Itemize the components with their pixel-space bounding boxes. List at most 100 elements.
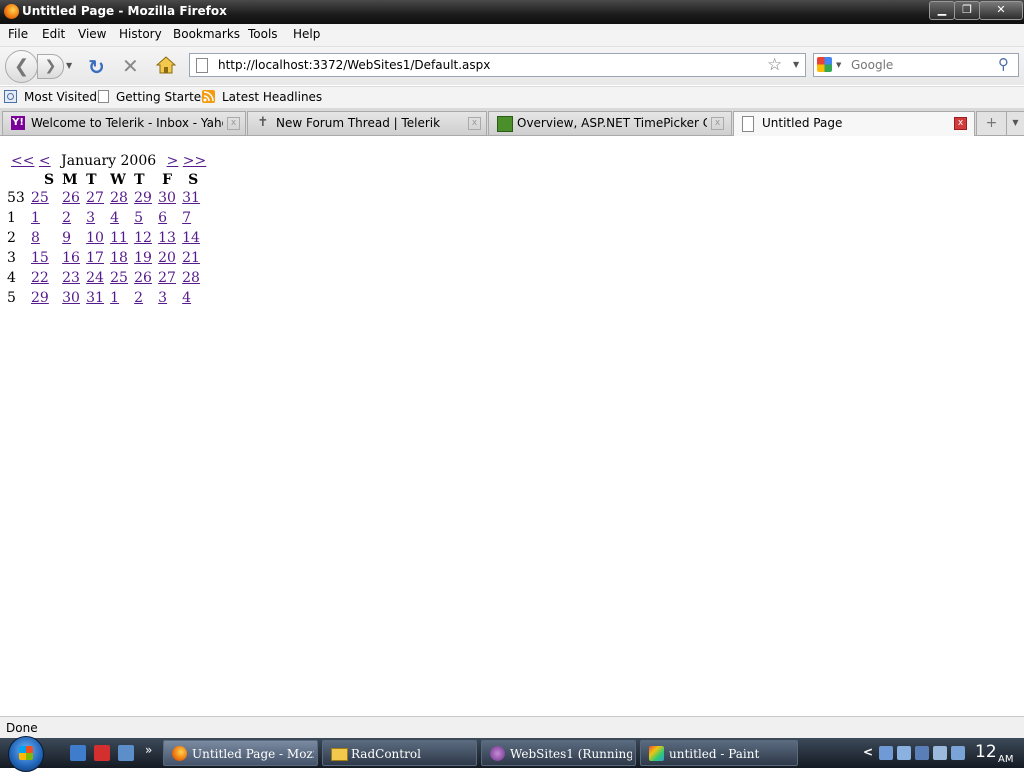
calendar-day-link[interactable]: 29 — [134, 190, 152, 206]
calendar-day-link[interactable]: 22 — [31, 270, 49, 286]
calendar-day-link[interactable]: 10 — [86, 230, 104, 246]
search-input[interactable] — [849, 56, 993, 74]
new-tab-button[interactable]: + — [976, 111, 1007, 136]
calendar-day-link[interactable]: 27 — [86, 190, 104, 206]
menu-view[interactable]: View — [78, 27, 106, 41]
prev-year-link[interactable]: << — [11, 153, 34, 169]
next-year-link[interactable]: >> — [183, 153, 206, 169]
search-icon[interactable]: ⚲ — [998, 55, 1009, 73]
calendar-day-link[interactable]: 29 — [31, 290, 49, 306]
calendar-day-link[interactable]: 24 — [86, 270, 104, 286]
forward-button[interactable]: ❯ — [37, 54, 64, 79]
calendar-day-link[interactable]: 27 — [158, 270, 176, 286]
tray-icon[interactable] — [879, 746, 893, 760]
maximize-button[interactable]: ❐ — [954, 1, 980, 20]
show-hidden-icons-button[interactable]: < — [863, 745, 873, 759]
volume-icon[interactable] — [951, 746, 965, 760]
tab-close-icon[interactable]: x — [711, 117, 724, 130]
tray-icon[interactable] — [897, 746, 911, 760]
calendar-day-link[interactable]: 5 — [134, 210, 143, 226]
calendar-day-link[interactable]: 11 — [110, 230, 128, 246]
tab-telerik-inbox[interactable]: Y! Welcome to Telerik - Inbox - Yaho... … — [2, 111, 246, 135]
calendar-day-link[interactable]: 9 — [62, 230, 71, 246]
calendar-day-link[interactable]: 15 — [31, 250, 49, 266]
bookmark-getting-started[interactable]: Getting Started — [116, 90, 209, 104]
address-bar[interactable]: http://localhost:3372/WebSites1/Default.… — [189, 53, 806, 77]
quick-launch-more-icon[interactable]: » — [145, 743, 152, 757]
calendar-day-link[interactable]: 16 — [62, 250, 80, 266]
google-icon[interactable] — [817, 57, 832, 72]
calendar-day-link[interactable]: 6 — [158, 210, 167, 226]
calendar-day-link[interactable]: 21 — [182, 250, 200, 266]
show-desktop-icon[interactable] — [70, 745, 86, 761]
tab-close-icon[interactable]: x — [468, 117, 481, 130]
task-radcontrol-folder[interactable]: RadControl — [322, 740, 477, 766]
calendar-day-link[interactable]: 4 — [182, 290, 191, 306]
calendar-day-link[interactable]: 28 — [110, 190, 128, 206]
search-engine-dropdown-icon[interactable]: ▼ — [836, 61, 841, 69]
calendar-day-link[interactable]: 30 — [158, 190, 176, 206]
calendar-day-link[interactable]: 28 — [182, 270, 200, 286]
calendar-day-link[interactable]: 31 — [182, 190, 200, 206]
search-box[interactable]: ▼ ⚲ — [813, 53, 1019, 77]
calendar-day-link[interactable]: 1 — [110, 290, 119, 306]
calendar-day-link[interactable]: 8 — [31, 230, 40, 246]
calendar-day-link[interactable]: 20 — [158, 250, 176, 266]
menu-edit[interactable]: Edit — [42, 27, 65, 41]
calendar-day-link[interactable]: 2 — [62, 210, 71, 226]
tab-close-icon[interactable]: x — [227, 117, 240, 130]
tab-untitled-page[interactable]: Untitled Page x — [733, 111, 975, 136]
menu-help[interactable]: Help — [293, 27, 320, 41]
tab-forum-thread[interactable]: ✝ New Forum Thread | Telerik x — [247, 111, 487, 135]
bookmark-latest-headlines[interactable]: Latest Headlines — [222, 90, 322, 104]
calendar-day-link[interactable]: 12 — [134, 230, 152, 246]
calendar-day-link[interactable]: 3 — [158, 290, 167, 306]
taskbar-clock[interactable]: 12 AM — [975, 742, 1013, 765]
calendar-day-link[interactable]: 3 — [86, 210, 95, 226]
back-button[interactable]: ❮ — [5, 50, 38, 83]
calendar-day-link[interactable]: 26 — [62, 190, 80, 206]
calendar-day-link[interactable]: 26 — [134, 270, 152, 286]
stop-icon[interactable]: ✕ — [122, 54, 139, 78]
calendar-day-link[interactable]: 31 — [86, 290, 104, 306]
minimize-button[interactable]: ▁ — [929, 1, 955, 20]
task-paint[interactable]: untitled - Paint — [640, 740, 798, 766]
calendar-day-link[interactable]: 19 — [134, 250, 152, 266]
calendar-day-link[interactable]: 7 — [182, 210, 191, 226]
quick-launch-app-icon[interactable] — [118, 745, 134, 761]
history-dropdown-icon[interactable]: ▼ — [66, 61, 72, 70]
next-month-link[interactable]: > — [167, 153, 179, 169]
calendar-day-link[interactable]: 18 — [110, 250, 128, 266]
reload-icon[interactable]: ↻ — [88, 55, 105, 79]
close-button[interactable]: ✕ — [979, 1, 1023, 20]
calendar-day-link[interactable]: 13 — [158, 230, 176, 246]
menu-history[interactable]: History — [119, 27, 162, 41]
prev-month-link[interactable]: < — [39, 153, 51, 169]
task-visual-studio[interactable]: WebSites1 (Running) -... — [481, 740, 636, 766]
tab-timepicker-overview[interactable]: Overview, ASP.NET TimePicker Co... x — [488, 111, 732, 135]
calendar-day-link[interactable]: 23 — [62, 270, 80, 286]
calendar-day-link[interactable]: 17 — [86, 250, 104, 266]
url-text[interactable]: http://localhost:3372/WebSites1/Default.… — [218, 58, 490, 72]
tray-icon[interactable] — [915, 746, 929, 760]
calendar-day-link[interactable]: 14 — [182, 230, 200, 246]
start-button[interactable] — [8, 736, 44, 772]
menu-bookmarks[interactable]: Bookmarks — [173, 27, 240, 41]
bookmark-star-icon[interactable]: ☆ — [767, 55, 782, 75]
menu-file[interactable]: File — [8, 27, 28, 41]
calendar-day-link[interactable]: 2 — [134, 290, 143, 306]
calendar-day-link[interactable]: 4 — [110, 210, 119, 226]
calendar-day-link[interactable]: 30 — [62, 290, 80, 306]
list-all-tabs-button[interactable]: ▼ — [1006, 111, 1024, 136]
calendar-day-link[interactable]: 1 — [31, 210, 40, 226]
tab-close-icon[interactable]: x — [954, 117, 967, 130]
url-dropdown-icon[interactable]: ▼ — [793, 60, 799, 69]
quick-launch-app-icon[interactable] — [94, 745, 110, 761]
menu-tools[interactable]: Tools — [248, 27, 278, 41]
bookmark-most-visited[interactable]: Most Visited — [24, 90, 97, 104]
home-icon[interactable] — [156, 56, 176, 74]
calendar-day-link[interactable]: 25 — [110, 270, 128, 286]
network-icon[interactable] — [933, 746, 947, 760]
task-firefox[interactable]: Untitled Page - Mozill... — [163, 740, 318, 766]
calendar-day-link[interactable]: 25 — [31, 190, 49, 206]
